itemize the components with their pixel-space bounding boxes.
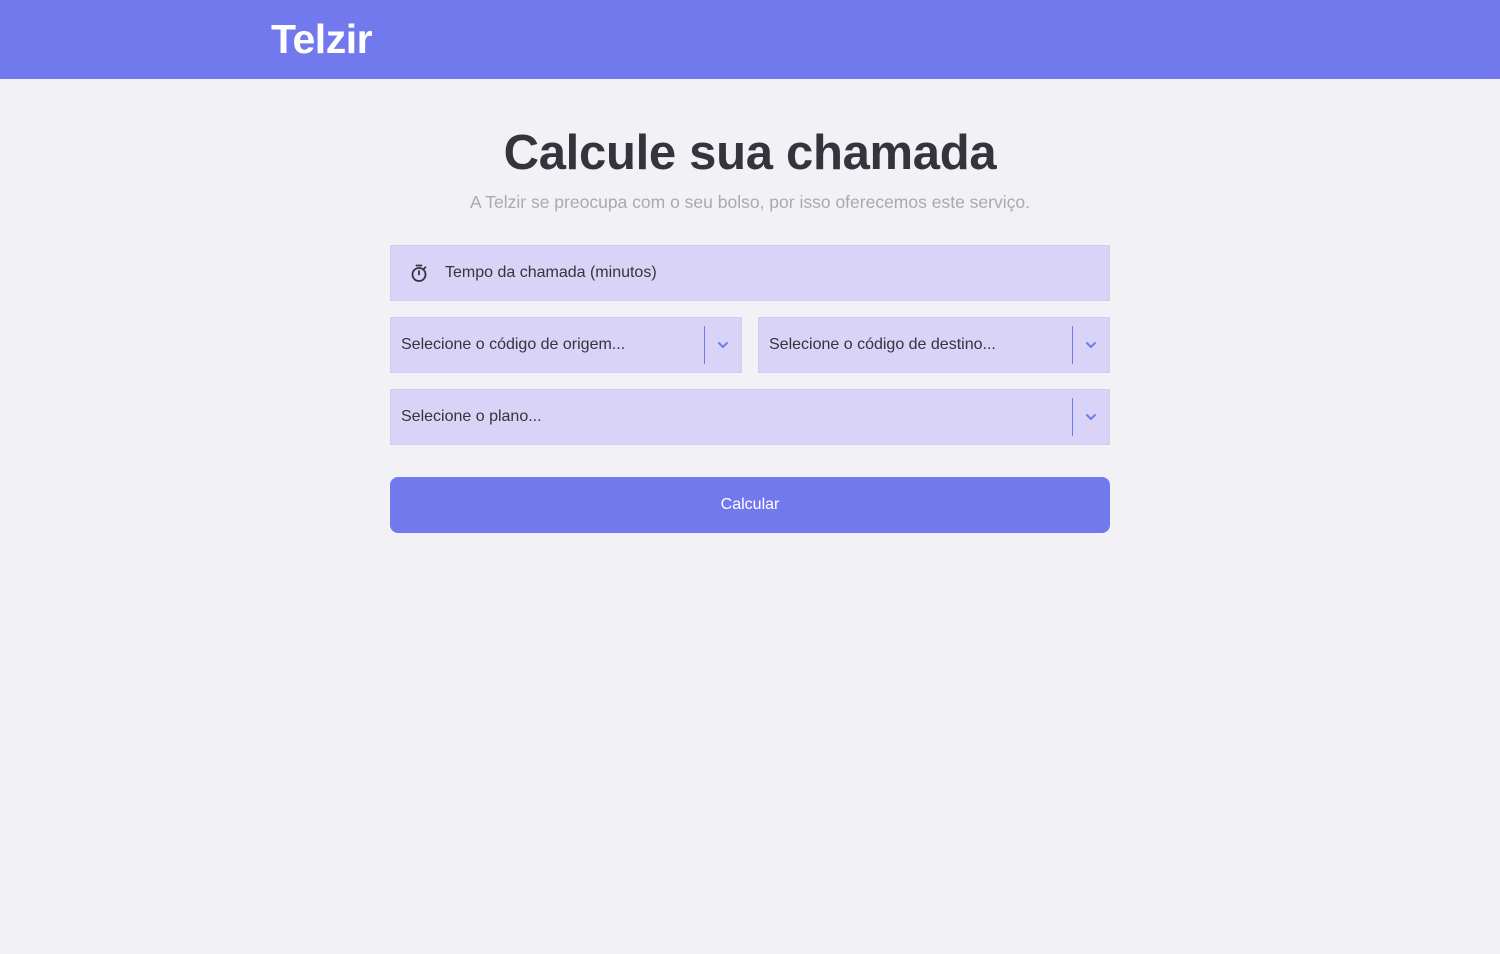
plan-select[interactable]: Selecione o plano... [390,389,1110,445]
chevron-down-icon[interactable] [705,318,741,372]
page-subtitle: A Telzir se preocupa com o seu bolso, po… [470,192,1030,212]
calculate-button[interactable]: Calcular [390,477,1110,533]
origin-code-select[interactable]: Selecione o código de origem... [390,317,742,373]
call-time-input[interactable] [445,246,1109,300]
page-title: Calcule sua chamada [503,126,997,180]
origin-code-placeholder: Selecione o código de origem... [401,336,626,353]
call-time-field[interactable] [390,245,1110,301]
app-header: Telzir [0,0,1500,79]
plan-placeholder: Selecione o plano... [401,408,542,425]
calculator-section: Calcule sua chamada A Telzir se preocupa… [390,79,1110,533]
app-logo[interactable]: Telzir [271,14,373,64]
codes-row: Selecione o código de origem... Selecion… [390,317,1110,373]
destination-code-placeholder: Selecione o código de destino... [769,336,996,353]
chevron-down-icon[interactable] [1073,318,1109,372]
call-calculator-form: Selecione o código de origem... Selecion… [390,245,1110,533]
chevron-down-icon[interactable] [1073,390,1109,444]
destination-code-select[interactable]: Selecione o código de destino... [758,317,1110,373]
timer-icon [409,263,429,283]
